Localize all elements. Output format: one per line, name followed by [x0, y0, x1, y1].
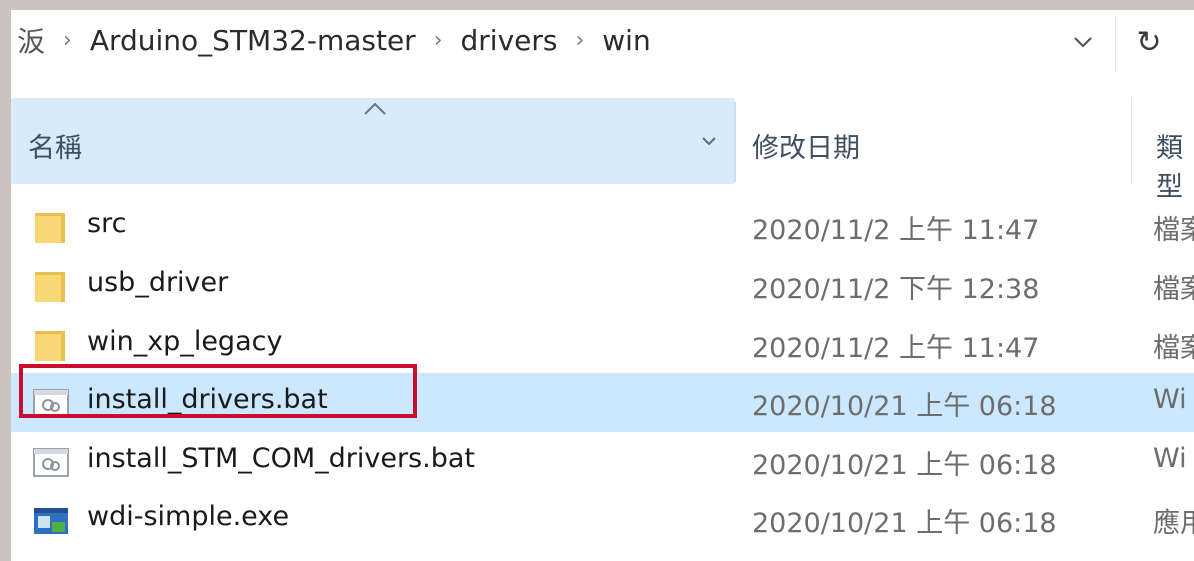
- breadcrumb-item-win[interactable]: win: [602, 24, 650, 57]
- column-header-type[interactable]: 類型: [1132, 98, 1194, 184]
- file-date: 2020/11/2 下午 12:38: [752, 267, 1039, 306]
- address-bar[interactable]: 汳 › Arduino_STM32-master › drivers › win…: [11, 10, 1194, 78]
- address-history-dropdown[interactable]: [1063, 22, 1103, 62]
- file-row-wdi-simple-exe[interactable]: wdi-simple.exe 2020/10/21 上午 06:18 應用: [11, 490, 1194, 549]
- exe-file-icon: [31, 500, 71, 540]
- annotation-highlight-box: [19, 364, 417, 418]
- refresh-icon: ↻: [1136, 25, 1161, 60]
- file-type: 應用: [1153, 501, 1194, 540]
- chevron-right-icon[interactable]: ›: [575, 28, 584, 53]
- file-name: install_STM_COM_drivers.bat: [87, 443, 475, 474]
- column-label-name: 名稱: [28, 126, 82, 165]
- column-label-date: 修改日期: [752, 126, 860, 165]
- file-explorer-window: 汳 › Arduino_STM32-master › drivers › win…: [11, 10, 1194, 561]
- column-label-type: 類型: [1156, 126, 1194, 204]
- column-filter-dropdown[interactable]: [694, 126, 724, 156]
- file-type: 檔案: [1153, 326, 1194, 365]
- file-name: wdi-simple.exe: [87, 501, 289, 532]
- file-row-usb-driver[interactable]: usb_driver 2020/11/2 下午 12:38 檔案: [11, 256, 1194, 315]
- column-header-name[interactable]: 名稱: [11, 98, 734, 184]
- chevron-right-icon[interactable]: ›: [63, 28, 72, 53]
- breadcrumb: 汳 › Arduino_STM32-master › drivers › win: [17, 10, 651, 70]
- file-name: win_xp_legacy: [87, 326, 282, 357]
- file-type: Wi: [1153, 384, 1187, 415]
- file-row-src[interactable]: src 2020/11/2 上午 11:47 檔案: [11, 197, 1194, 256]
- column-header-date[interactable]: 修改日期: [736, 98, 1131, 184]
- address-divider: [1115, 16, 1116, 72]
- file-row-install-stm-com-drivers-bat[interactable]: install_STM_COM_drivers.bat 2020/10/21 上…: [11, 432, 1194, 491]
- folder-icon: [31, 325, 71, 365]
- folder-icon: [31, 207, 71, 247]
- chevron-down-icon: [701, 136, 717, 146]
- file-type: 檔案: [1153, 208, 1194, 247]
- file-date: 2020/10/21 上午 06:18: [752, 384, 1057, 423]
- file-type: 檔案: [1153, 267, 1194, 306]
- batch-file-icon: [31, 442, 71, 482]
- file-name: usb_driver: [87, 267, 228, 298]
- breadcrumb-item-drivers[interactable]: drivers: [461, 24, 558, 57]
- breadcrumb-item-arduino[interactable]: Arduino_STM32-master: [90, 24, 416, 57]
- file-date: 2020/11/2 上午 11:47: [752, 326, 1039, 365]
- file-type: Wi: [1153, 443, 1187, 474]
- breadcrumb-item-parent[interactable]: 汳: [17, 20, 45, 60]
- file-date: 2020/10/21 上午 06:18: [752, 443, 1057, 482]
- file-date: 2020/11/2 上午 11:47: [752, 208, 1039, 247]
- chevron-right-icon[interactable]: ›: [434, 28, 443, 53]
- file-date: 2020/10/21 上午 06:18: [752, 501, 1057, 540]
- file-name: src: [87, 208, 126, 239]
- refresh-button[interactable]: ↻: [1129, 20, 1169, 64]
- folder-icon: [31, 266, 71, 306]
- chevron-down-icon: [1073, 36, 1093, 48]
- sort-ascending-icon: [361, 98, 389, 118]
